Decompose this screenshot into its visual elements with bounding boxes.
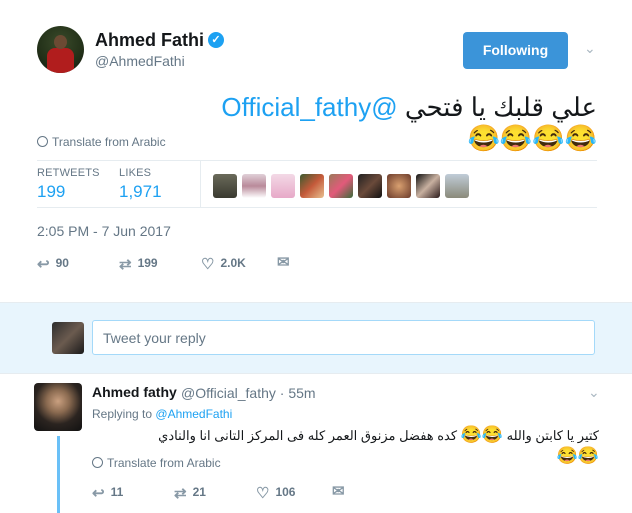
reply-emojis: 😂😂 xyxy=(556,446,599,465)
tweet-mention-link[interactable]: @Official_fathy xyxy=(221,92,397,122)
tweet-timestamp[interactable]: 2:05 PM - 7 Jun 2017 xyxy=(37,223,171,239)
liker-avatar[interactable] xyxy=(445,174,469,198)
reply-translate-link[interactable]: Translate from Arabic xyxy=(92,456,221,470)
reply-action[interactable]: ↩ 90 xyxy=(37,255,69,273)
replying-to-handle[interactable]: @AhmedFathi xyxy=(155,407,232,421)
tweet-arabic-text: علي قلبك يا فتحي xyxy=(404,92,597,122)
following-button[interactable]: Following xyxy=(463,32,568,69)
chevron-down-icon[interactable]: ⌄ xyxy=(584,40,596,57)
replying-to-label: Replying to xyxy=(92,407,153,421)
retweet-count: 199 xyxy=(137,256,158,270)
reply-time[interactable]: · 55m xyxy=(280,385,316,401)
envelope-icon: ✉ xyxy=(277,254,290,271)
reply-emojis: 😂😂 xyxy=(460,425,504,444)
globe-icon xyxy=(37,136,48,147)
liker-avatar[interactable] xyxy=(416,174,440,198)
reply-author-handle-and-time[interactable]: @Official_fathy · 55m xyxy=(181,385,316,401)
divider xyxy=(37,207,597,208)
liker-avatar[interactable] xyxy=(329,174,353,198)
reply-author-avatar[interactable] xyxy=(34,383,82,431)
author-handle[interactable]: @AhmedFathi xyxy=(95,53,185,69)
liker-avatar[interactable] xyxy=(242,174,266,198)
likes-label: LIKES xyxy=(119,167,152,179)
heart-icon: ♡ xyxy=(201,256,215,273)
reply-retweet-count: 21 xyxy=(192,485,206,499)
reply-retweet-action[interactable]: ⇄ 21 xyxy=(174,484,206,502)
retweets-count[interactable]: 199 xyxy=(37,182,65,202)
reply-author-handle[interactable]: @Official_fathy xyxy=(181,385,276,401)
thread-line xyxy=(57,436,60,513)
replying-to-line: Replying to @AhmedFathi xyxy=(92,407,232,421)
reply-reply-action[interactable]: ↩ 11 xyxy=(92,484,123,502)
stats-divider xyxy=(200,161,201,207)
liker-avatar[interactable] xyxy=(387,174,411,198)
tweet-emojis: 😂😂😂😂 xyxy=(467,123,598,153)
liker-avatar[interactable] xyxy=(358,174,382,198)
reply-icon: ↩ xyxy=(37,256,50,273)
reply-like-count: 106 xyxy=(275,485,296,499)
like-action[interactable]: ♡ 2.0K xyxy=(201,255,246,273)
reply-direct-message-action[interactable]: ✉ xyxy=(332,482,351,500)
reply-like-action[interactable]: ♡ 106 xyxy=(256,484,295,502)
reply-author-name[interactable]: Ahmed fathy xyxy=(92,384,177,400)
divider xyxy=(37,160,597,161)
liker-avatar[interactable] xyxy=(300,174,324,198)
direct-message-action[interactable]: ✉ xyxy=(277,253,296,271)
globe-icon xyxy=(92,457,103,468)
retweet-icon: ⇄ xyxy=(119,256,132,273)
reply-count: 90 xyxy=(55,256,69,270)
translate-label[interactable]: Translate from Arabic xyxy=(52,135,166,149)
heart-icon: ♡ xyxy=(256,485,270,502)
reply-translate-label[interactable]: Translate from Arabic xyxy=(107,456,221,470)
retweet-action[interactable]: ⇄ 199 xyxy=(119,255,158,273)
liker-avatar[interactable] xyxy=(271,174,295,198)
author-avatar[interactable] xyxy=(37,26,84,73)
verified-badge-icon: ✓ xyxy=(208,32,224,48)
like-count: 2.0K xyxy=(220,256,246,270)
reply-text-part-b: كده هفضل مزنوق العمر كله فى المركز التان… xyxy=(158,428,458,443)
reply-text-part-a: كتير يا كابتن والله xyxy=(506,428,599,443)
chevron-down-icon[interactable]: ⌄ xyxy=(588,384,600,401)
retweets-label: RETWEETS xyxy=(37,167,100,179)
author-name[interactable]: Ahmed Fathi xyxy=(95,30,204,51)
likes-count[interactable]: 1,971 xyxy=(119,182,162,202)
reply-input[interactable]: Tweet your reply xyxy=(92,320,595,355)
reply-reply-count: 11 xyxy=(110,485,124,499)
retweet-icon: ⇄ xyxy=(174,485,187,502)
envelope-icon: ✉ xyxy=(332,483,345,500)
liker-avatar[interactable] xyxy=(213,174,237,198)
reply-icon: ↩ xyxy=(92,485,105,502)
current-user-avatar xyxy=(52,322,84,354)
translate-link[interactable]: Translate from Arabic xyxy=(37,135,166,149)
